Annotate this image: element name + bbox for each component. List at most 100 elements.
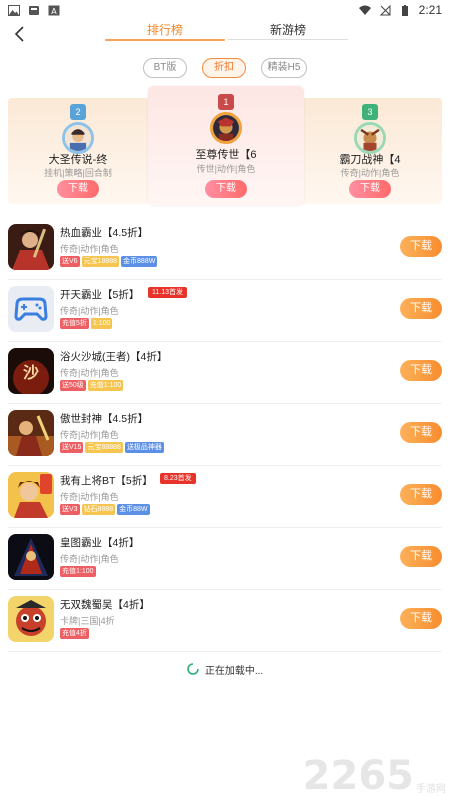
tag: 金币88W bbox=[117, 504, 150, 515]
tag: 送极品神器 bbox=[124, 442, 164, 453]
list-item[interactable]: 沙 浴火沙城(王者)【4折】 传奇|动作|角色 送50级 充值1:100 下载 bbox=[8, 342, 442, 404]
game-tags: 送V6 元宝18888 金币888W bbox=[60, 256, 158, 267]
game-title: 浴火沙城(王者)【4折】 bbox=[60, 351, 168, 363]
game-avatar-icon bbox=[354, 122, 386, 154]
tag: 送V15 bbox=[60, 442, 84, 453]
battle-scene-icon bbox=[8, 410, 54, 456]
game-tags: 充值1:100 bbox=[60, 566, 96, 577]
list-item[interactable]: 皇图霸业【4折】 传奇|动作|角色 充值1:100 下载 bbox=[8, 528, 442, 590]
rank-badge: 2 bbox=[70, 104, 86, 120]
game-title: 开天霸业【5折】 bbox=[60, 289, 140, 301]
release-badge: 11.13首发 bbox=[148, 287, 187, 298]
a-box-icon: A bbox=[48, 5, 60, 16]
list-item[interactable]: 无双魏蜀吴【4折】 卡牌|三国|4折 充值4折 下载 bbox=[8, 590, 442, 652]
svg-text:沙: 沙 bbox=[23, 363, 39, 382]
game-title: 我有上将BT【5折】 bbox=[60, 475, 153, 487]
game-list: 热血霸业【4.5折】 传奇|动作|角色 送V6 元宝18888 金币888W 下… bbox=[0, 218, 450, 652]
general-portrait-icon bbox=[8, 472, 54, 518]
game-category: 卡牌|三国|4折 bbox=[60, 616, 115, 626]
game-tags: 送50级 充值1:100 bbox=[60, 380, 124, 391]
filter-bt[interactable]: BT版 bbox=[143, 58, 187, 78]
release-badge: 8.23首发 bbox=[160, 473, 196, 484]
tag: 元宝88888 bbox=[85, 442, 123, 453]
tab-ranking[interactable]: 排行榜 bbox=[105, 20, 225, 40]
tag: 充值1:100 bbox=[60, 566, 96, 577]
site-watermark: 2265 手游网 bbox=[303, 756, 446, 796]
game-category: 传奇|动作|角色 bbox=[60, 306, 119, 316]
gamepad-icon bbox=[8, 286, 54, 332]
list-item[interactable]: 热血霸业【4.5折】 传奇|动作|角色 送V6 元宝18888 金币888W 下… bbox=[8, 218, 442, 280]
tag: 充值5折 bbox=[60, 318, 89, 329]
game-avatar-icon bbox=[62, 122, 94, 154]
game-title: 傲世封神【4.5折】 bbox=[60, 413, 149, 425]
no-signal-icon bbox=[379, 4, 391, 15]
download-button[interactable]: 下载 bbox=[400, 608, 442, 629]
tag: 元宝18888 bbox=[81, 256, 120, 267]
download-button[interactable]: 下载 bbox=[400, 484, 442, 505]
game-tags: 充值4折 bbox=[60, 628, 89, 639]
game-tags: 送V15 元宝88888 送极品神器 bbox=[60, 442, 164, 453]
active-tab-indicator bbox=[105, 39, 225, 41]
back-button[interactable] bbox=[8, 22, 32, 46]
game-title: 热血霸业【4.5折】 bbox=[60, 227, 149, 239]
game-category: 传奇|动作|角色 bbox=[60, 554, 119, 564]
top-nav: 排行榜 新游榜 bbox=[0, 20, 450, 50]
filter-h5[interactable]: 精装H5 bbox=[261, 58, 307, 78]
sand-city-icon: 沙 bbox=[8, 348, 54, 394]
podium-name: 至尊传世【6 bbox=[195, 149, 257, 161]
chevron-left-icon bbox=[14, 26, 24, 42]
watermark-number: 2265 bbox=[302, 753, 414, 799]
loading-indicator: 正在加载中... bbox=[0, 660, 450, 678]
podium-category: 传世|动作|角色 bbox=[196, 164, 256, 174]
tag: 送V3 bbox=[60, 504, 80, 515]
status-bar: A 2:21 bbox=[0, 0, 450, 20]
download-button[interactable]: 下载 bbox=[400, 360, 442, 381]
tab-divider bbox=[228, 39, 348, 40]
game-category: 传奇|动作|角色 bbox=[60, 430, 119, 440]
podium-download-button[interactable]: 下载 bbox=[205, 180, 247, 198]
filter-pills: BT版 折扣 精装H5 bbox=[0, 58, 450, 80]
download-button[interactable]: 下载 bbox=[400, 422, 442, 443]
podium-category: 传奇|动作|角色 bbox=[340, 168, 400, 178]
tag: 1:100 bbox=[90, 318, 113, 329]
svg-text:A: A bbox=[51, 7, 57, 16]
game-title: 皇图霸业【4折】 bbox=[60, 537, 140, 549]
podium-category: 挂机|策略|回合制 bbox=[44, 168, 112, 178]
tag: 金币888W bbox=[121, 256, 158, 267]
watermark-text: 手游网 bbox=[416, 784, 446, 795]
tag: 充值4折 bbox=[60, 628, 89, 639]
download-button[interactable]: 下载 bbox=[400, 546, 442, 567]
game-title: 无双魏蜀吴【4折】 bbox=[60, 599, 150, 611]
top-three-podium: 2 大圣传说-终 挂机|策略|回合制 下载 1 至尊传世【6 传世|动作|角色 … bbox=[0, 86, 450, 206]
game-avatar-icon bbox=[210, 112, 242, 144]
download-button[interactable]: 下载 bbox=[400, 236, 442, 257]
game-tags: 充值5折 1:100 bbox=[60, 318, 113, 329]
list-item[interactable]: 开天霸业【5折】 11.13首发 传奇|动作|角色 充值5折 1:100 下载 bbox=[8, 280, 442, 342]
dark-warrior-icon bbox=[8, 534, 54, 580]
battery-icon bbox=[401, 4, 408, 16]
podium-download-button[interactable]: 下载 bbox=[349, 180, 391, 198]
tag: 钻石8888 bbox=[81, 504, 116, 515]
rank-badge: 1 bbox=[218, 94, 234, 110]
game-tags: 送V3 钻石8888 金币88W bbox=[60, 504, 150, 515]
filter-discount[interactable]: 折扣 bbox=[202, 58, 246, 78]
game-category: 传奇|动作|角色 bbox=[60, 368, 119, 378]
loading-text: 正在加载中... bbox=[204, 665, 264, 677]
tag: 送50级 bbox=[60, 380, 86, 391]
podium-name: 霸刀战神【4 bbox=[339, 154, 401, 166]
list-item[interactable]: 我有上将BT【5折】 8.23首发 传奇|动作|角色 送V3 钻石8888 金币… bbox=[8, 466, 442, 528]
status-time: 2:21 bbox=[418, 3, 442, 17]
podium-download-button[interactable]: 下载 bbox=[57, 180, 99, 198]
image-icon bbox=[8, 4, 20, 16]
cartoon-general-icon bbox=[8, 596, 54, 642]
warrior-portrait-icon bbox=[8, 224, 54, 270]
tab-new-games[interactable]: 新游榜 bbox=[228, 20, 348, 40]
download-button[interactable]: 下载 bbox=[400, 298, 442, 319]
podium-name: 大圣传说-终 bbox=[48, 154, 108, 166]
game-category: 传奇|动作|角色 bbox=[60, 244, 119, 254]
spinner-icon bbox=[187, 663, 199, 675]
list-item[interactable]: 傲世封神【4.5折】 传奇|动作|角色 送V15 元宝88888 送极品神器 下… bbox=[8, 404, 442, 466]
tag: 充值1:100 bbox=[87, 380, 124, 391]
game-category: 传奇|动作|角色 bbox=[60, 492, 119, 502]
app-icon bbox=[29, 5, 39, 15]
